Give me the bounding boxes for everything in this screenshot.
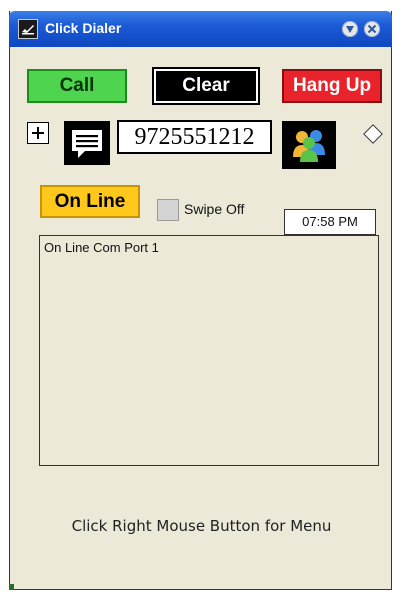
log-line: On Line Com Port 1	[44, 240, 159, 255]
plus-icon[interactable]	[27, 122, 49, 144]
log-panel[interactable]: On Line Com Port 1	[39, 235, 379, 466]
message-icon	[72, 130, 102, 158]
swipe-toggle[interactable]	[157, 199, 179, 221]
phone-icon	[18, 19, 38, 39]
time-display: 07:58 PM	[284, 209, 376, 235]
close-icon[interactable]	[364, 21, 380, 37]
call-button[interactable]: Call	[27, 69, 127, 103]
online-button[interactable]: On Line	[40, 185, 140, 218]
window-title: Click Dialer	[45, 20, 122, 36]
contacts-button[interactable]	[282, 121, 336, 169]
hang-up-button[interactable]: Hang Up	[282, 69, 382, 103]
clear-button[interactable]: Clear	[152, 67, 260, 105]
title-bar[interactable]: Click Dialer	[9, 11, 392, 47]
window-corner	[9, 584, 14, 590]
pin-icon[interactable]	[342, 21, 358, 37]
swipe-label: Swipe Off	[184, 201, 245, 217]
phone-number-field[interactable]: 9725551212	[117, 120, 272, 154]
menu-hint: Click Right Mouse Button for Menu	[71, 517, 332, 535]
message-button[interactable]	[64, 121, 110, 165]
contacts-icon	[293, 130, 325, 162]
